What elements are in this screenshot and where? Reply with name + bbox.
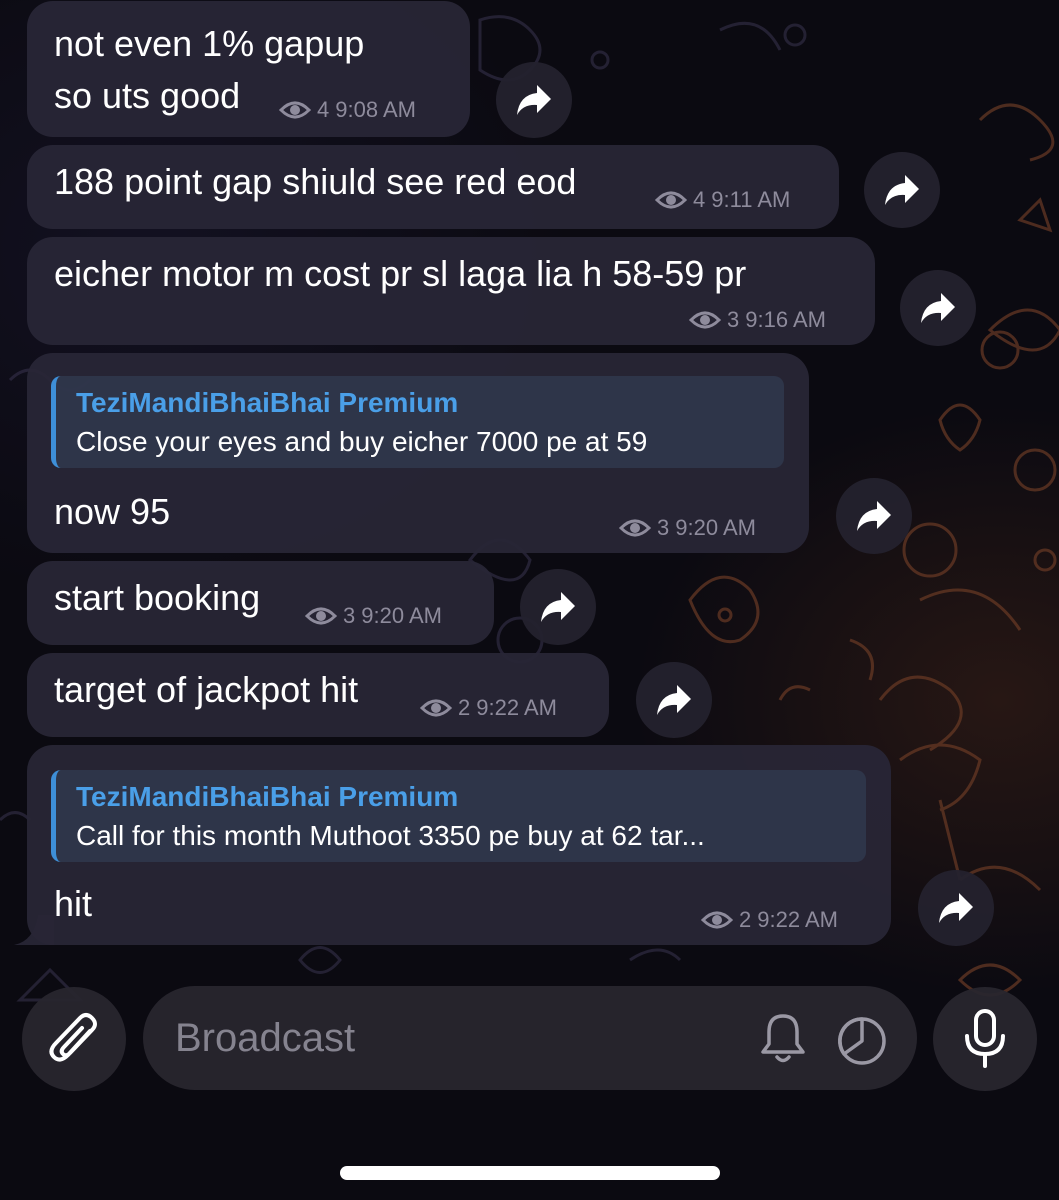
reply-quote[interactable]: TeziMandiBhaiBhai Premium Close your eye… [51,376,784,468]
microphone-icon [965,1009,1005,1068]
forward-button[interactable] [864,152,940,228]
views-count: 4 [693,187,706,212]
forward-arrow-icon [885,175,919,205]
message-time: 9:22 AM [476,695,557,720]
message-meta: 4 9:11 AM [655,187,790,213]
views-count: 3 [657,515,670,540]
paperclip-icon [49,1013,97,1062]
forward-button[interactable] [520,569,596,645]
message-time: 9:16 AM [745,307,826,332]
message-text-line: not even 1% gapup [54,23,365,64]
reply-author: TeziMandiBhaiBhai Premium [76,387,459,418]
reply-author: TeziMandiBhaiBhai Premium [76,781,459,812]
forward-arrow-icon [857,501,891,531]
message-bubble-with-reply[interactable]: TeziMandiBhaiBhai Premium Close your eye… [27,353,809,553]
views-count: 2 [739,907,752,932]
forward-button[interactable] [918,870,994,946]
forward-arrow-icon [921,293,955,323]
views-eye-icon [279,101,311,119]
forward-button[interactable] [496,62,572,138]
message-input-bar[interactable]: Broadcast [143,986,917,1090]
forward-arrow-icon [657,685,691,715]
bubble-tail [14,915,54,945]
message-time: 9:08 AM [335,97,416,122]
message-bubble[interactable]: target of jackpot hit 2 9:22 AM [27,653,609,737]
views-count: 3 [727,307,740,332]
forward-arrow-icon [517,85,551,115]
message-text: now 95 [54,491,171,532]
views-eye-icon [701,911,733,929]
views-eye-icon [655,191,687,209]
message-text: target of jackpot hit [54,669,359,710]
message-time: 9:20 AM [361,603,442,628]
views-count: 3 [343,603,356,628]
forward-button[interactable] [836,478,912,554]
message-time: 9:22 AM [757,907,838,932]
message-meta: 4 9:08 AM [279,97,416,123]
reply-quote[interactable]: TeziMandiBhaiBhai Premium Call for this … [51,770,866,862]
views-eye-icon [420,699,452,717]
message-text: 188 point gap shiuld see red eod [54,161,577,202]
home-indicator [340,1166,720,1180]
forward-arrow-icon [939,893,973,923]
message-meta: 3 9:16 AM [689,307,826,333]
attach-button[interactable] [22,987,126,1091]
message-meta: 3 9:20 AM [619,515,756,541]
auto-delete-timer-icon[interactable] [835,1014,889,1068]
message-meta: 3 9:20 AM [305,603,442,629]
views-count: 4 [317,97,330,122]
reply-text: Call for this month Muthoot 3350 pe buy … [76,820,705,851]
message-meta: 2 9:22 AM [420,695,557,721]
forward-button[interactable] [900,270,976,346]
forward-arrow-icon [541,592,575,622]
message-bubble[interactable]: not even 1% gapup so uts good 4 9:08 AM [27,1,470,137]
message-bubble-with-reply[interactable]: TeziMandiBhaiBhai Premium Call for this … [27,745,891,945]
views-count: 2 [458,695,471,720]
message-meta: 2 9:22 AM [701,907,838,933]
message-text: hit [54,883,93,924]
message-text: start booking [54,577,261,618]
message-bubble[interactable]: eicher motor m cost pr sl laga lia h 58-… [27,237,875,345]
message-text: eicher motor m cost pr sl laga lia h 58-… [54,253,747,294]
message-time: 9:20 AM [675,515,756,540]
message-bubble[interactable]: start booking 3 9:20 AM [27,561,494,645]
message-text-line: so uts good [54,75,241,116]
message-time: 9:11 AM [711,187,791,212]
forward-button[interactable] [636,662,712,738]
message-bubble[interactable]: 188 point gap shiuld see red eod 4 9:11 … [27,145,839,229]
reply-text: Close your eyes and buy eicher 7000 pe a… [76,426,648,457]
views-eye-icon [689,311,721,329]
views-eye-icon [305,607,337,625]
microphone-button[interactable] [933,987,1037,1091]
message-input[interactable]: Broadcast [175,1012,355,1064]
bell-icon[interactable] [757,1012,809,1066]
views-eye-icon [619,519,651,537]
